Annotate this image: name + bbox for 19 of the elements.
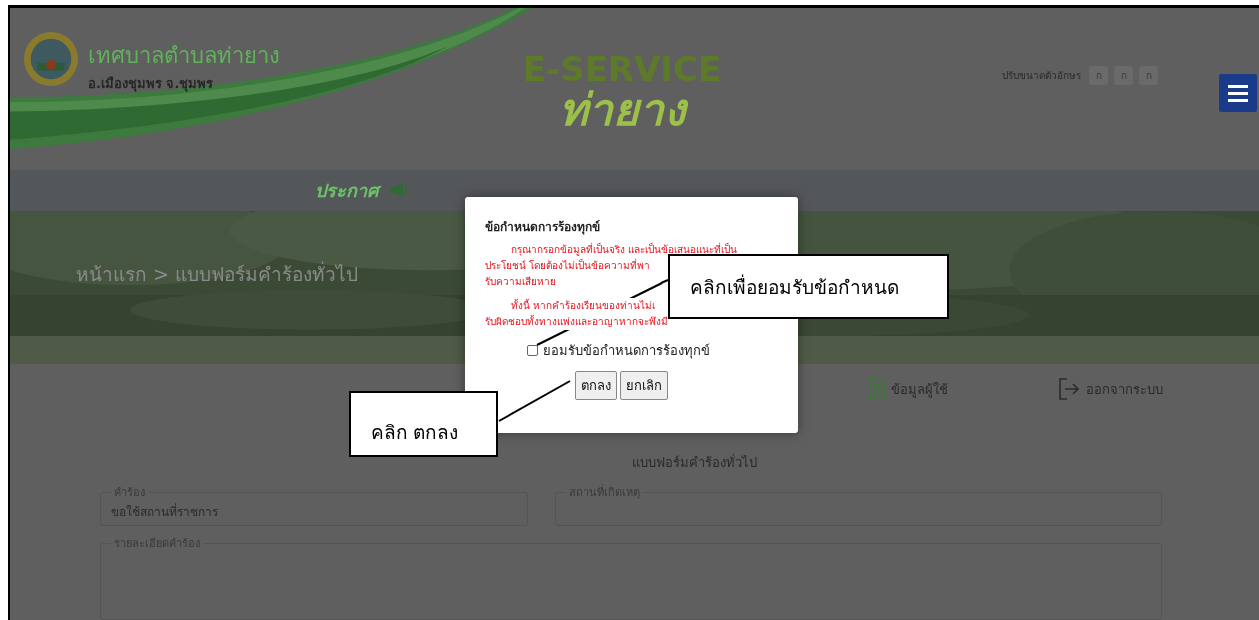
terms-text: กรุณากรอกข้อมูลที่เป็นจริง และเป็นข้อเสนอแนะที่เป็น (511, 242, 738, 258)
megaphone-icon (388, 181, 410, 200)
menu-icon (1228, 84, 1248, 102)
document-icon (869, 378, 885, 400)
emblem-logo (22, 30, 80, 88)
cancel-button[interactable]: ยกเลิก (620, 371, 668, 400)
ok-button[interactable]: ตกลง (575, 371, 617, 400)
callout-box: คลิก ตกลง (349, 391, 498, 457)
callout-box: คลิกเพื่อยอมรับข้อกำหนด (668, 254, 949, 319)
terms-text: รับผิดชอบทั้งทางแพ่งและอาญาหากจะพึงมี (485, 314, 668, 330)
org-location: อ.เมืองชุมพร จ.ชุมพร (88, 75, 215, 94)
terms-text: ทั้งนี้ หากคำร้องเรียนของท่านไม่เ (511, 298, 656, 314)
dialog-title: ข้อกำหนดการร้องทุกข์ (485, 219, 601, 236)
checkbox-label: ยอมรับข้อกำหนดการร้องทุกข์ (543, 342, 710, 361)
org-name: เทศบาลตำบลท่ายาง (88, 42, 280, 70)
logout-icon (1058, 378, 1080, 400)
checkbox[interactable] (527, 345, 538, 356)
menu-button[interactable] (1219, 74, 1257, 112)
breadcrumb: หน้าแรก > แบบฟอร์มคำร้องทั่วไป (76, 260, 358, 287)
